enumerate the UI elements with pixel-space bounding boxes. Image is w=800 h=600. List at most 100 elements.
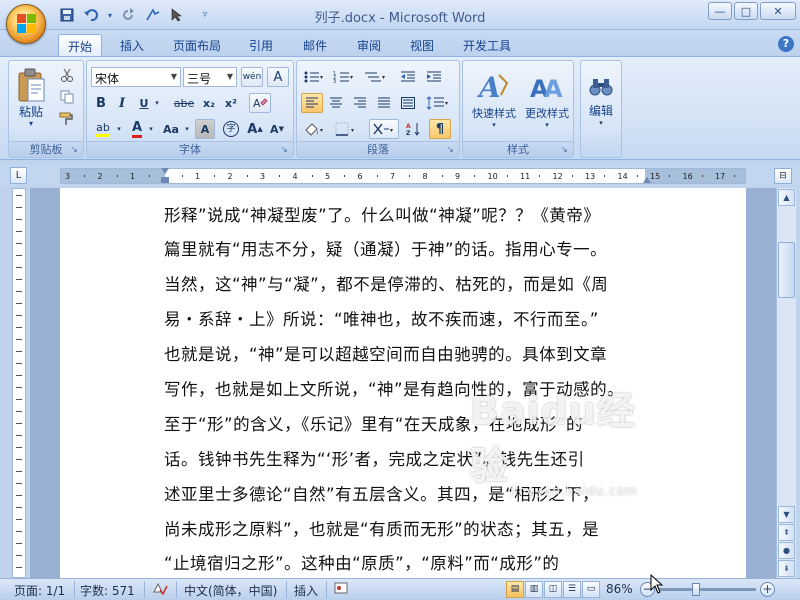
numbering-icon[interactable]: 1 2 3 ▾ xyxy=(331,67,357,87)
document-area[interactable]: 形释”说成“神凝型废”了。什么叫做“神凝”呢？？《黄帝》 篇里就有“用志不分，疑… xyxy=(30,188,776,578)
subscript-button[interactable]: x₂ xyxy=(199,93,219,113)
doc-line[interactable]: 形释”说成“神凝型废”了。什么叫做“神凝”呢？？《黄帝》 xyxy=(164,202,600,226)
shrink-font-button[interactable]: A ▼ xyxy=(267,119,287,139)
tab-review[interactable]: 审阅 xyxy=(346,34,392,56)
multilevel-list-icon[interactable]: ▾ xyxy=(361,67,389,87)
sort-icon[interactable]: AZ xyxy=(403,119,425,139)
tab-selector-icon[interactable]: L xyxy=(10,167,27,184)
page-count[interactable]: 页面: 1/1 xyxy=(14,582,65,599)
font-name-combo[interactable]: 宋体 ▼ xyxy=(91,67,181,87)
align-left-icon[interactable] xyxy=(301,93,323,113)
zoom-in-button[interactable]: + xyxy=(760,582,775,597)
doc-line[interactable]: “止境宿归之形”。这种由“原质”，“原料”而“成形”的 xyxy=(164,550,559,574)
quick-styles-button[interactable]: A 快速样式 ▾ xyxy=(467,65,521,135)
change-styles-button[interactable]: AA 更改样式 ▾ xyxy=(521,65,573,135)
change-case-button[interactable]: Aa xyxy=(159,119,183,139)
paste-dropdown-icon[interactable]: ▾ xyxy=(13,119,49,128)
proofing-icon[interactable] xyxy=(152,582,168,599)
tab-developer[interactable]: 开发工具 xyxy=(454,34,520,56)
office-button[interactable] xyxy=(6,4,46,44)
distributed-icon[interactable] xyxy=(397,93,419,113)
character-border-button[interactable]: A xyxy=(267,67,289,87)
underline-button[interactable]: U xyxy=(135,93,153,113)
first-line-indent-marker[interactable] xyxy=(161,168,169,174)
doc-line[interactable]: 易・系辞・上》所说：“唯神也，故不疾而速，不行而至。” xyxy=(164,306,599,330)
copy-icon[interactable] xyxy=(57,87,77,107)
insert-mode[interactable]: 插入 xyxy=(294,582,318,599)
maximize-button[interactable]: □ xyxy=(734,2,758,20)
doc-line[interactable]: 尚未成形之原料”，也就是“有质而无形”的状态；其五，是 xyxy=(164,516,599,540)
font-color-button[interactable]: A xyxy=(127,119,147,139)
scroll-thumb[interactable] xyxy=(778,242,795,298)
clipboard-launcher-icon[interactable]: ↘ xyxy=(71,145,80,154)
paste-button[interactable] xyxy=(13,65,49,105)
align-right-icon[interactable] xyxy=(349,93,371,113)
superscript-button[interactable]: x² xyxy=(221,93,241,113)
phonetic-guide-button[interactable]: wén xyxy=(241,67,263,87)
borders-icon[interactable]: ▾ xyxy=(333,119,361,139)
format-painter-icon[interactable] xyxy=(57,109,77,129)
bullets-icon[interactable]: ▾ xyxy=(301,67,327,87)
select-browse-object-icon[interactable]: ● xyxy=(778,542,795,559)
grow-font-button[interactable]: A ▲ xyxy=(245,119,265,139)
increase-indent-icon[interactable] xyxy=(423,67,445,87)
character-shading-button[interactable]: A xyxy=(195,119,215,139)
font-launcher-icon[interactable]: ↘ xyxy=(281,145,290,154)
tab-page-layout[interactable]: 页面布局 xyxy=(164,34,230,56)
print-layout-icon[interactable]: ▤ xyxy=(506,581,524,598)
decrease-indent-icon[interactable] xyxy=(397,67,419,87)
view-ruler-icon[interactable]: ⊟ xyxy=(774,168,792,184)
chinese-layout-icon[interactable]: ▾ xyxy=(369,119,399,139)
zoom-slider-thumb[interactable] xyxy=(692,583,700,596)
web-layout-icon[interactable]: ◫ xyxy=(544,581,562,598)
highlight-dropdown-icon[interactable]: ▾ xyxy=(115,119,123,139)
left-indent-marker[interactable] xyxy=(161,177,169,183)
align-center-icon[interactable] xyxy=(325,93,347,113)
justify-icon[interactable] xyxy=(373,93,395,113)
doc-line[interactable]: 当然，这“神”与“凝”，都不是停滞的、枯死的，而是如《周 xyxy=(164,271,608,295)
enclose-characters-button[interactable]: 字 xyxy=(221,119,241,139)
horizontal-ruler[interactable]: 3 2 1 1 2 3 4 5 6 7 8 9 10 11 12 13 14 15 16 17 xyxy=(60,168,746,184)
previous-page-icon[interactable]: ⇞ xyxy=(778,524,795,541)
zoom-slider[interactable] xyxy=(656,588,756,591)
tab-references[interactable]: 引用 xyxy=(238,34,284,56)
tab-insert[interactable]: 插入 xyxy=(110,34,154,56)
language-indicator[interactable]: 中文(简体，中国) xyxy=(184,582,277,599)
italic-button[interactable]: I xyxy=(113,93,131,113)
line-spacing-icon[interactable]: ▾ xyxy=(423,93,453,113)
vertical-ruler[interactable] xyxy=(12,188,26,578)
outline-icon[interactable]: ☰ xyxy=(563,581,581,598)
close-button[interactable]: ✕ xyxy=(760,2,796,20)
tab-view[interactable]: 视图 xyxy=(400,34,444,56)
font-color-dropdown-icon[interactable]: ▾ xyxy=(147,119,155,139)
vertical-scrollbar[interactable]: ▲ ▼ ⇞ ● ⇟ xyxy=(776,188,796,578)
help-icon[interactable]: ? xyxy=(778,36,794,52)
editing-button[interactable]: 编辑 ▾ xyxy=(583,65,619,135)
underline-dropdown-icon[interactable]: ▾ xyxy=(153,93,161,113)
macro-record-icon[interactable] xyxy=(334,582,348,597)
paste-label[interactable]: 粘贴 xyxy=(13,103,49,120)
show-marks-icon[interactable]: ¶ xyxy=(429,119,451,139)
word-count[interactable]: 字数: 571 xyxy=(80,582,135,599)
minimize-button[interactable]: — xyxy=(708,2,732,20)
next-page-icon[interactable]: ⇟ xyxy=(778,560,795,577)
doc-line[interactable]: 篇里就有“用志不分，疑（通凝）于神”的话。指用心专一。 xyxy=(164,236,607,260)
doc-line[interactable]: 也就是说，“神”是可以超越空间而自由驰骋的。具体到文章 xyxy=(164,341,607,365)
shading-icon[interactable]: ▾ xyxy=(301,119,329,139)
scroll-up-icon[interactable]: ▲ xyxy=(778,189,795,206)
bold-button[interactable]: B xyxy=(91,93,111,113)
cut-icon[interactable] xyxy=(57,65,77,85)
highlight-button[interactable]: ab xyxy=(91,119,115,139)
paragraph-launcher-icon[interactable]: ↘ xyxy=(447,145,456,154)
tab-home[interactable]: 开始 xyxy=(58,34,102,56)
styles-launcher-icon[interactable]: ↘ xyxy=(561,145,570,154)
draft-icon[interactable]: ▭ xyxy=(582,581,600,598)
scroll-down-icon[interactable]: ▼ xyxy=(778,506,795,523)
tab-mailings[interactable]: 邮件 xyxy=(292,34,338,56)
font-size-combo[interactable]: 三号 ▼ xyxy=(183,67,237,87)
full-screen-reading-icon[interactable]: ▥ xyxy=(525,581,543,598)
right-indent-marker[interactable] xyxy=(643,177,651,183)
zoom-level[interactable]: 86% xyxy=(606,582,633,596)
clear-formatting-button[interactable]: A xyxy=(249,93,271,113)
strikethrough-button[interactable]: abe xyxy=(171,93,197,113)
